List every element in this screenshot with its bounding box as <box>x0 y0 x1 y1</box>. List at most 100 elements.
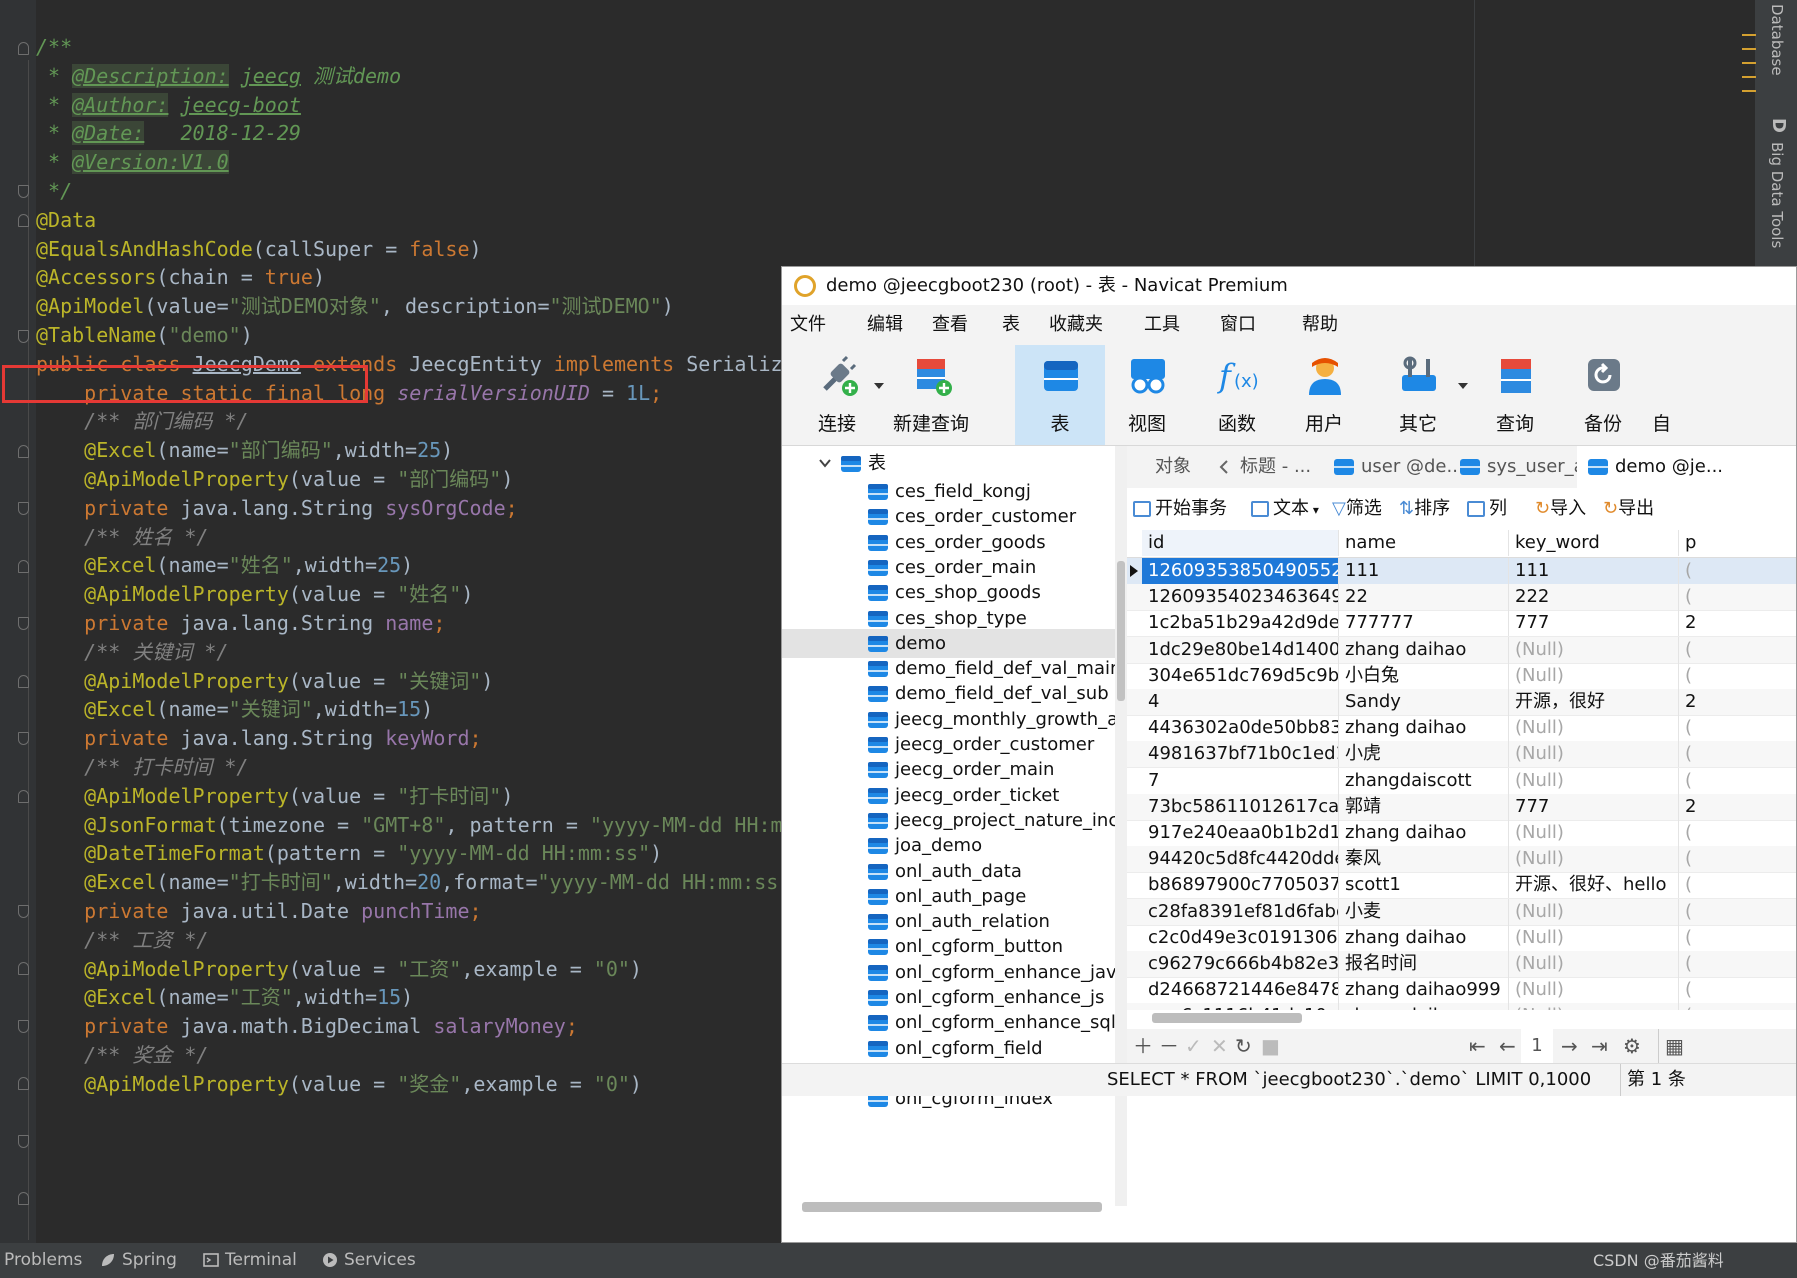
tab-scroll-left-icon[interactable] <box>1219 459 1229 475</box>
fold-marker[interactable] <box>18 1077 29 1090</box>
tab-objects[interactable]: 对象 <box>1145 446 1201 488</box>
fold-marker[interactable] <box>18 42 29 55</box>
import-button[interactable]: ↻导入 <box>1535 488 1586 530</box>
menu-tools[interactable]: 工具 <box>1144 305 1180 345</box>
table-row[interactable]: 4981637bf71b0c1ed136小虎(Null)( <box>1127 741 1796 769</box>
grid-horizontal-scrollbar[interactable] <box>1152 1013 1302 1023</box>
cell-key-word[interactable]: (Null) <box>1509 636 1679 663</box>
other-dropdown-icon[interactable] <box>1458 383 1468 389</box>
data-grid[interactable]: id name key_word p 126093538504905523411… <box>1127 530 1796 1010</box>
cell-name[interactable]: zhang daihao <box>1339 1003 1509 1010</box>
database-tool-tab[interactable]: Database <box>1768 4 1786 76</box>
menu-window[interactable]: 窗口 <box>1220 305 1256 345</box>
cell-id[interactable]: 4436302a0de50bb8302 <box>1142 715 1339 742</box>
table-row[interactable]: c2c0d49e3c01913067cf8zhang daihao(Null)( <box>1127 924 1796 952</box>
user-button[interactable]: 用户 <box>1279 345 1369 445</box>
last-page-icon[interactable]: ⇥ <box>1591 1029 1608 1063</box>
next-page-icon[interactable]: → <box>1561 1029 1578 1063</box>
fold-marker[interactable] <box>18 502 29 515</box>
tables-group[interactable]: 表 <box>840 450 886 478</box>
text-button[interactable]: 文本 ▾ <box>1251 488 1319 530</box>
cell-id[interactable]: 94420c5d8fc4420dde1e <box>1142 846 1339 873</box>
fold-marker[interactable] <box>18 445 29 458</box>
page-number-field[interactable]: 1 <box>1521 1029 1553 1063</box>
cell-key-word[interactable]: (Null) <box>1509 846 1679 873</box>
previous-page-icon[interactable]: ← <box>1499 1029 1516 1063</box>
cell-id[interactable]: c96279c666b4b82e3ef1 <box>1142 951 1339 977</box>
fold-marker[interactable] <box>18 185 29 198</box>
menu-table[interactable]: 表 <box>1002 305 1020 345</box>
fold-marker[interactable] <box>18 962 29 975</box>
cell-key-word[interactable]: (Null) <box>1509 924 1679 951</box>
cell-partial[interactable]: ( <box>1679 558 1796 584</box>
cell-key-word[interactable]: 777 <box>1509 793 1679 820</box>
cell-partial[interactable]: 2 <box>1679 610 1796 636</box>
problems-tab[interactable]: Problems <box>4 1243 82 1278</box>
settings-gear-icon[interactable]: ⚙ <box>1623 1029 1641 1063</box>
table-row[interactable]: 73bc58611012617ca446郭靖7772 <box>1127 793 1796 821</box>
cell-partial[interactable]: ( <box>1679 663 1796 689</box>
tab-user[interactable]: user @de... <box>1323 446 1458 488</box>
expand-chevron-icon[interactable] <box>819 458 831 468</box>
cell-id[interactable]: eaa6c1116b41dc10a94e <box>1142 1003 1339 1010</box>
tab-demo[interactable]: demo @je... <box>1577 446 1796 488</box>
cell-partial[interactable]: ( <box>1679 741 1796 767</box>
apply-changes-icon[interactable]: ✓ <box>1185 1029 1202 1063</box>
cell-partial[interactable]: ( <box>1679 637 1796 663</box>
delete-record-icon[interactable]: － <box>1159 1029 1179 1063</box>
cell-name[interactable]: Sandy <box>1339 689 1509 715</box>
other-button[interactable]: 其它 <box>1373 345 1463 445</box>
cell-id[interactable]: 304e651dc769d5c9b6e( <box>1142 662 1339 689</box>
cell-key-word[interactable]: 777 <box>1509 610 1679 637</box>
cell-key-word[interactable]: (Null) <box>1509 951 1679 977</box>
cell-partial[interactable]: ( <box>1679 820 1796 846</box>
cell-key-word[interactable]: (Null) <box>1509 662 1679 689</box>
table-row[interactable]: 1260935385049055234111111( <box>1127 558 1796 585</box>
cell-id[interactable]: 1c2ba51b29a42d9de02l <box>1142 610 1339 637</box>
table-row[interactable]: c96279c666b4b82e3ef1报名时间(Null)( <box>1127 951 1796 978</box>
big-data-tools-tab[interactable]: Big Data Tools <box>1768 142 1786 248</box>
table-row[interactable]: 94420c5d8fc4420dde1e秦风(Null)( <box>1127 846 1796 874</box>
cell-name[interactable]: 小白兔 <box>1339 662 1509 689</box>
fold-marker[interactable] <box>18 617 29 630</box>
cell-key-word[interactable]: 222 <box>1509 584 1679 611</box>
cell-partial[interactable]: 2 <box>1679 689 1796 715</box>
cell-name[interactable]: 秦风 <box>1339 846 1509 873</box>
fold-marker[interactable] <box>18 732 29 745</box>
filter-button[interactable]: ▽筛选 <box>1332 488 1382 530</box>
table-row[interactable]: 917e240eaa0b1b2d198azhang daihao(Null)( <box>1127 820 1796 847</box>
cell-partial[interactable]: ( <box>1679 846 1796 872</box>
cell-name[interactable]: zhang daihao <box>1339 924 1509 951</box>
terminal-tab[interactable]: Terminal <box>203 1243 297 1278</box>
function-button[interactable]: f (x) 函数 <box>1192 345 1282 445</box>
query-button[interactable]: 查询 <box>1470 345 1560 445</box>
table-row[interactable]: 304e651dc769d5c9b6e(小白兔(Null)( <box>1127 662 1796 690</box>
cell-name[interactable]: zhangdaiscott <box>1339 767 1509 794</box>
cell-id[interactable]: 7 <box>1142 767 1339 794</box>
cell-partial[interactable]: ( <box>1679 977 1796 1003</box>
table-row[interactable]: b86897900c770503771(scott1开源、很好、hello( <box>1127 872 1796 900</box>
cell-partial[interactable]: ( <box>1679 951 1796 977</box>
tree-horizontal-scrollbar[interactable] <box>802 1202 1102 1212</box>
cell-partial[interactable]: ( <box>1679 899 1796 925</box>
sort-button[interactable]: ⇅排序 <box>1399 488 1450 530</box>
cell-name[interactable]: 111 <box>1339 558 1509 584</box>
discard-changes-icon[interactable]: ✕ <box>1211 1029 1228 1063</box>
cell-name[interactable]: 郭靖 <box>1339 793 1509 820</box>
new-query-button[interactable]: 新建查询 <box>886 345 976 445</box>
begin-transaction-button[interactable]: 开始事务 <box>1133 488 1227 530</box>
menu-edit[interactable]: 编辑 <box>867 305 903 345</box>
table-button[interactable]: 表 <box>1015 345 1105 445</box>
cell-name[interactable]: zhang daihao <box>1339 636 1509 663</box>
cell-name[interactable]: zhang daihao <box>1339 820 1509 846</box>
table-row[interactable]: 4 Sandy 开源，很好 2 <box>1127 689 1796 716</box>
refresh-icon[interactable]: ↻ <box>1235 1029 1252 1063</box>
cell-id[interactable]: 1260935385049055234 <box>1142 558 1339 584</box>
spring-tab[interactable]: Spring <box>100 1243 177 1278</box>
cell-id[interactable]: d24668721446e8478eee <box>1142 977 1339 1004</box>
cell-partial[interactable]: ( <box>1679 584 1796 610</box>
columns-button[interactable]: 列 <box>1467 488 1507 530</box>
fold-marker[interactable] <box>18 214 29 227</box>
cell-name[interactable]: scott1 <box>1339 872 1509 899</box>
fold-marker[interactable] <box>18 675 29 688</box>
